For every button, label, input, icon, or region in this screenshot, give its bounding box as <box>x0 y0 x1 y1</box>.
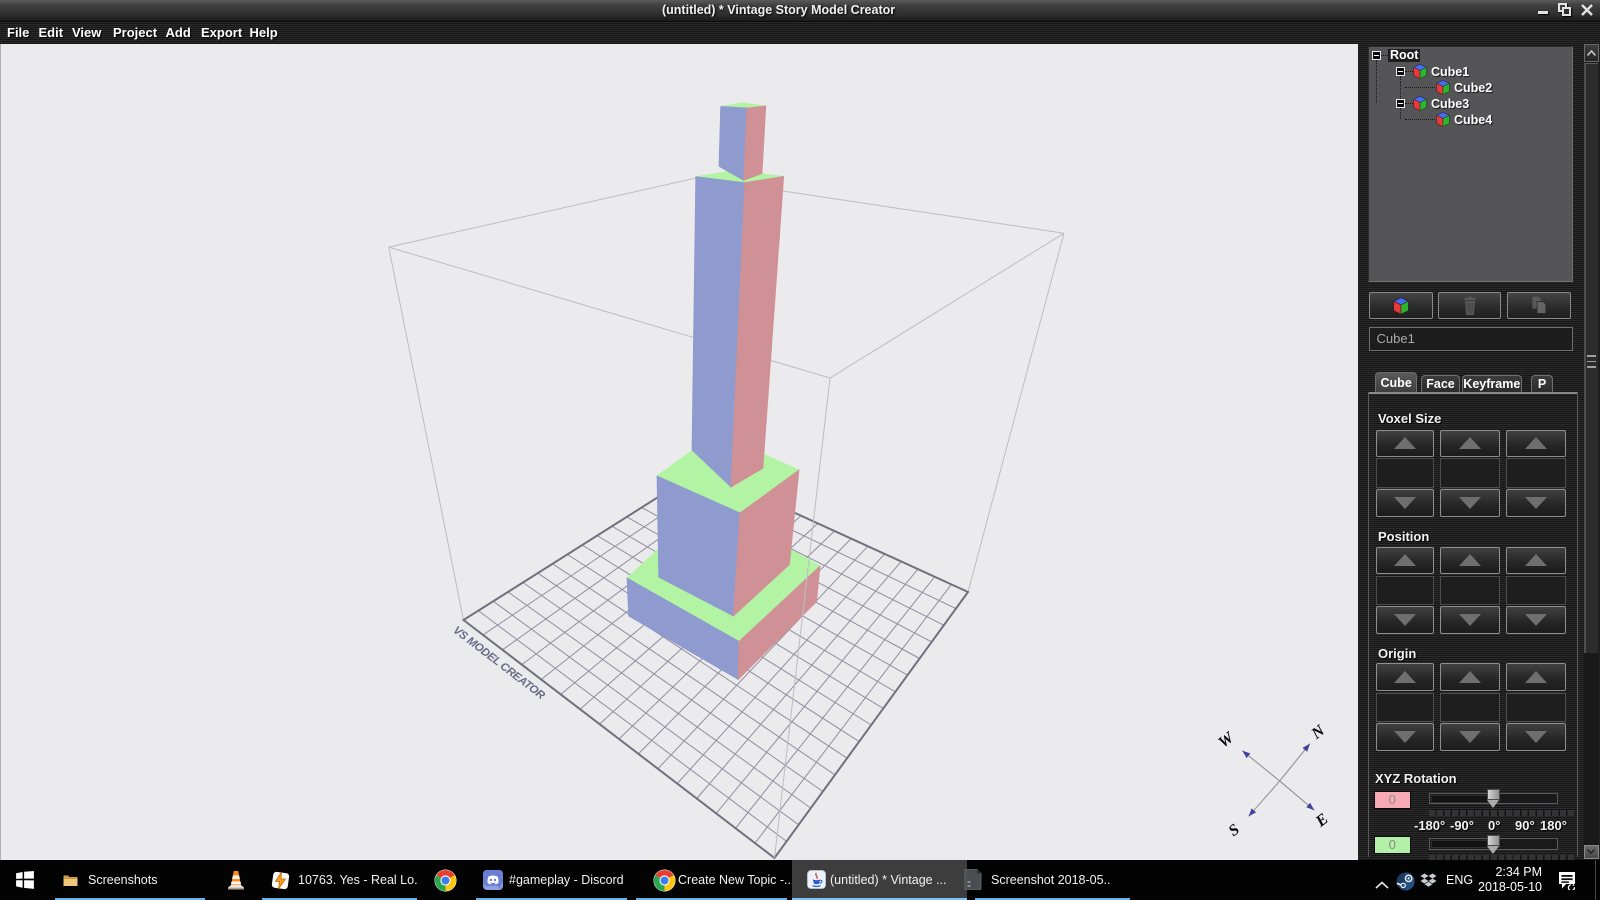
svg-text:VS MODEL CREATOR: VS MODEL CREATOR <box>451 624 548 702</box>
svg-text:W: W <box>1215 728 1238 751</box>
svg-text:N: N <box>1308 721 1329 743</box>
